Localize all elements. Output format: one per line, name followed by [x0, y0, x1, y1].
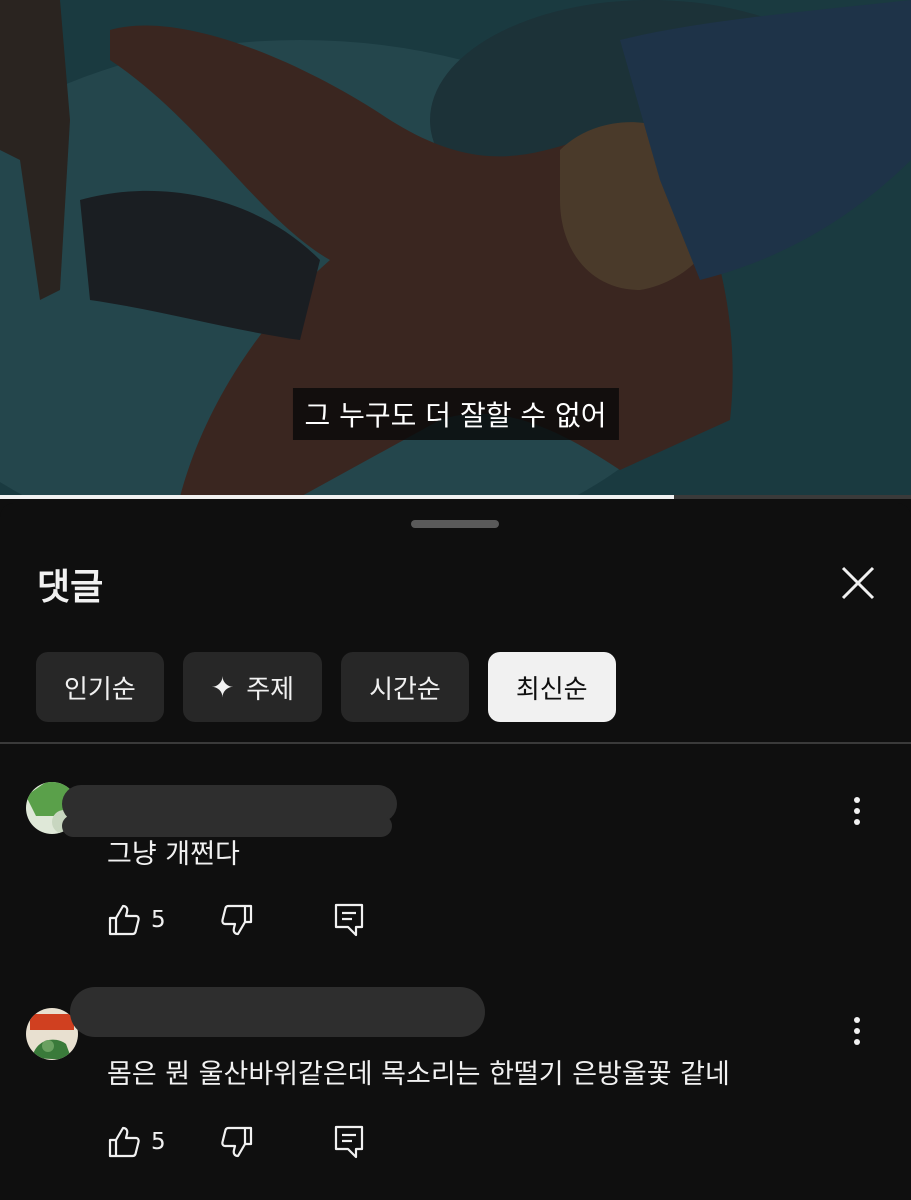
reply-icon [334, 1125, 363, 1159]
divider [0, 742, 911, 744]
chip-label: 최신순 [515, 674, 588, 705]
chip-label: 인기순 [64, 674, 136, 705]
chip-newest[interactable]: 최신순 [487, 652, 616, 722]
reply-button[interactable] [334, 903, 364, 937]
sort-chips: 인기순 ✦ 주제 시간순 최신순 [36, 652, 616, 722]
like-button[interactable]: 5 [107, 1125, 166, 1159]
sparkle-icon: ✦ [210, 670, 235, 704]
chip-label: 시간순 [369, 674, 441, 705]
like-icon [108, 904, 140, 936]
drag-handle[interactable] [411, 520, 499, 528]
chip-label: 주제 [246, 674, 295, 705]
comment-actions: 5 [107, 903, 364, 937]
comment-text: 몸은 뭔 울산바위같은데 목소리는 한떨기 은방울꽃 같네 [107, 1059, 730, 1090]
sheet-title: 댓글 [37, 567, 104, 608]
dislike-icon [220, 1126, 252, 1158]
chip-topic[interactable]: ✦ 주제 [182, 652, 323, 722]
more-vert-icon[interactable] [846, 792, 868, 832]
reply-button[interactable] [334, 1125, 364, 1159]
chip-popular[interactable]: 인기순 [36, 652, 164, 722]
dislike-button[interactable] [220, 1125, 254, 1159]
redacted-username [70, 987, 485, 1037]
video-progress-bar[interactable] [0, 495, 911, 499]
video-player[interactable]: 그 누구도 더 잘할 수 없어 [0, 0, 911, 497]
like-button[interactable]: 5 [107, 903, 166, 937]
video-caption: 그 누구도 더 잘할 수 없어 [292, 388, 619, 440]
comment-text: 그냥 개쩐다 [107, 839, 240, 870]
dislike-button[interactable] [220, 903, 254, 937]
like-count: 5 [151, 907, 166, 933]
comments-sheet: 댓글 인기순 ✦ 주제 시간순 최신순 그냥 개쩐다 5 몸은 뭔 울산바위같은… [0, 503, 911, 1200]
more-vert-icon[interactable] [846, 1012, 868, 1052]
dislike-icon [220, 904, 252, 936]
comment-actions: 5 [107, 1125, 364, 1159]
like-count: 5 [151, 1129, 166, 1155]
video-progress-fill [0, 495, 675, 499]
close-icon[interactable] [835, 560, 881, 606]
reply-icon [334, 903, 363, 937]
chip-timeline[interactable]: 시간순 [341, 652, 469, 722]
like-icon [108, 1126, 140, 1158]
